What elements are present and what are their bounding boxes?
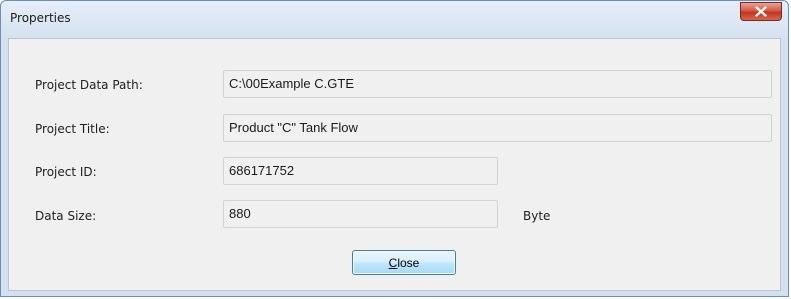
window-title: Properties (10, 11, 71, 25)
project-data-path-field[interactable]: C:\00Example C.GTE (223, 70, 772, 98)
data-size-unit: Byte (523, 209, 551, 223)
project-data-path-label: Project Data Path: (35, 78, 143, 92)
data-size-label: Data Size: (35, 209, 97, 223)
project-id-field[interactable]: 686171752 (223, 157, 498, 185)
data-size-field[interactable]: 880 (223, 200, 498, 228)
close-button[interactable]: Close (352, 250, 456, 275)
properties-dialog: Properties Project Data Path: C:\00Examp… (0, 0, 789, 297)
dialog-content: Project Data Path: C:\00Example C.GTE Pr… (8, 38, 781, 291)
close-icon (755, 6, 767, 17)
close-button-label: lose (397, 255, 420, 270)
title-bar[interactable]: Properties (1, 1, 788, 38)
project-id-label: Project ID: (35, 165, 97, 179)
close-button-mnemonic: C (388, 255, 398, 270)
project-title-field[interactable]: Product "C" Tank Flow (223, 114, 772, 142)
project-title-label: Project Title: (35, 122, 110, 136)
window-close-button[interactable] (740, 2, 782, 21)
